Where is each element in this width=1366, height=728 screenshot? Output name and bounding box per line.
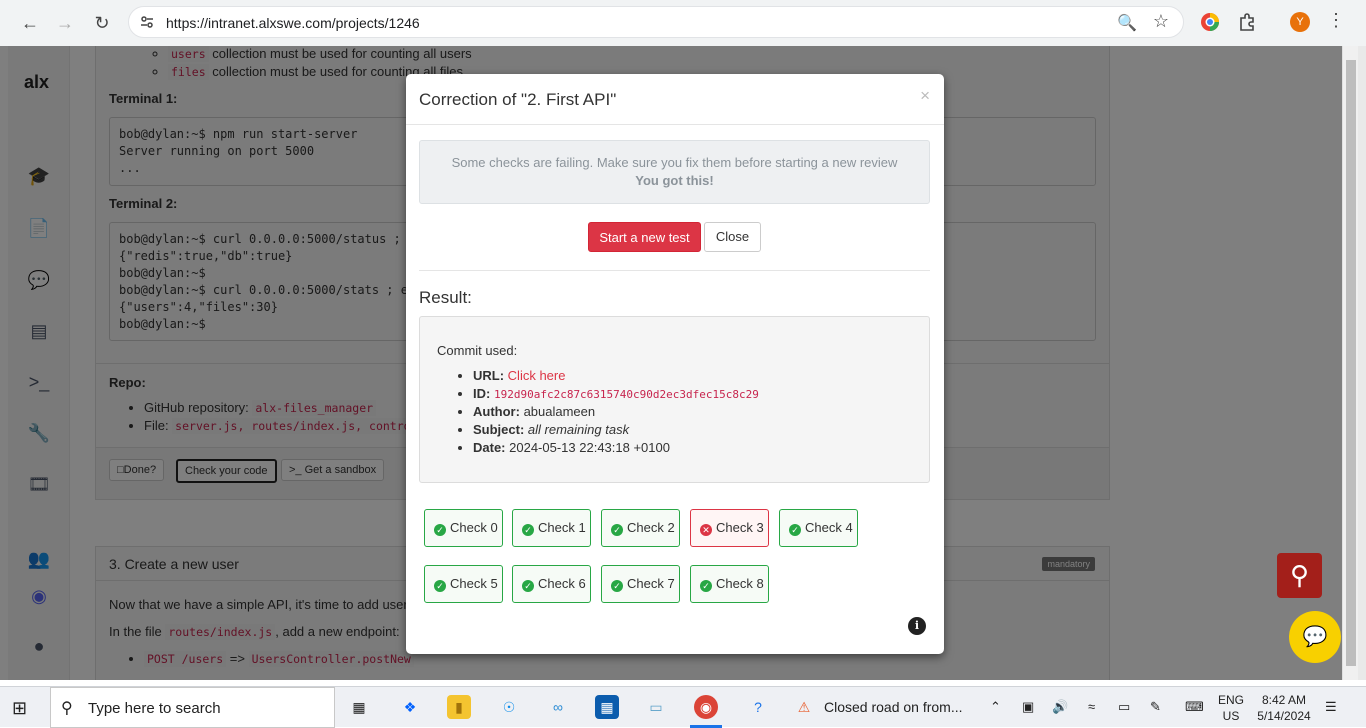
check-3-button[interactable]: ✕ Check 3 xyxy=(690,509,769,547)
check-pass-icon: ✓ xyxy=(611,524,623,536)
check-pass-icon: ✓ xyxy=(611,580,623,592)
reload-icon[interactable]: ↻ xyxy=(87,8,117,38)
check-fail-icon: ✕ xyxy=(700,524,712,536)
check-pass-icon: ✓ xyxy=(522,580,534,592)
clock[interactable]: 8:42 AM 5/14/2024 xyxy=(1256,692,1312,724)
notepad-icon[interactable]: ▭ xyxy=(644,695,668,719)
chrome-icon[interactable]: ◉ xyxy=(694,695,718,719)
search-icon: ⚲ xyxy=(61,700,73,717)
page-scrollbar[interactable] xyxy=(1342,46,1358,680)
keyboard-icon[interactable]: ⌨ xyxy=(1185,699,1204,715)
modal-header: Correction of "2. First API" × xyxy=(406,74,944,125)
traffic-news-icon[interactable]: ⚠ xyxy=(792,695,816,719)
meet-now-icon[interactable]: ▣ xyxy=(1022,699,1034,715)
check-8-button[interactable]: ✓ Check 8 xyxy=(690,565,769,603)
divider xyxy=(419,270,930,271)
language-indicator[interactable]: ENG US xyxy=(1218,692,1244,724)
volume-icon[interactable]: 🔊 xyxy=(1052,699,1068,715)
commit-used-label: Commit used: xyxy=(437,343,518,358)
notification-icon[interactable]: ☰ xyxy=(1325,699,1337,715)
commit-details: URL: Click here ID: 192d90afc2c87c631574… xyxy=(458,367,759,457)
taskbar-search[interactable]: ⚲ Type here to search xyxy=(50,687,335,728)
edge-icon[interactable]: ☉ xyxy=(497,695,521,719)
zoom-icon[interactable]: 🔍 xyxy=(1117,13,1137,33)
back-icon[interactable]: ← xyxy=(15,8,45,38)
close-icon[interactable]: × xyxy=(920,86,930,106)
color-extension-icon[interactable] xyxy=(1200,12,1220,32)
news-headline[interactable]: Closed road on from... xyxy=(824,699,963,715)
failing-checks-alert: Some checks are failing. Make sure you f… xyxy=(419,140,930,204)
browser-toolbar: ← → ↻ https://intranet.alxswe.com/projec… xyxy=(0,0,1366,46)
profile-avatar[interactable]: Y xyxy=(1290,12,1310,32)
task-view-icon[interactable]: ▦ xyxy=(347,695,371,719)
bookmark-star-icon[interactable]: ☆ xyxy=(1153,11,1169,32)
address-bar[interactable]: https://intranet.alxswe.com/projects/124… xyxy=(128,6,1184,38)
commit-author: Author: abualameen xyxy=(473,403,759,421)
extensions-puzzle-icon[interactable] xyxy=(1237,12,1257,32)
check-7-button[interactable]: ✓ Check 7 xyxy=(601,565,680,603)
info-icon[interactable]: i xyxy=(908,617,926,635)
modal-title: Correction of "2. First API" xyxy=(419,90,617,109)
alert-encouragement: You got this! xyxy=(635,173,714,188)
url-text[interactable]: https://intranet.alxswe.com/projects/124… xyxy=(166,15,420,31)
alert-message: Some checks are failing. Make sure you f… xyxy=(451,155,898,170)
check-1-button[interactable]: ✓ Check 1 xyxy=(512,509,591,547)
commit-url: URL: Click here xyxy=(473,367,759,385)
forward-icon[interactable]: → xyxy=(50,8,80,38)
result-title: Result: xyxy=(419,288,472,307)
file-explorer-icon[interactable]: ▮ xyxy=(447,695,471,719)
windows-start-icon[interactable]: ⊞ xyxy=(12,698,27,719)
check-pass-icon: ✓ xyxy=(700,580,712,592)
browser-menu-icon[interactable]: ⋮ xyxy=(1327,10,1345,31)
start-new-test-button[interactable]: Start a new test xyxy=(588,222,701,252)
commit-url-link[interactable]: Click here xyxy=(508,368,566,383)
check-5-button[interactable]: ✓ Check 5 xyxy=(424,565,503,603)
commit-info: Commit used: URL: Click here ID: 192d90a… xyxy=(419,316,930,483)
scrollbar-thumb[interactable] xyxy=(1346,60,1356,666)
dropbox-icon[interactable]: ❖ xyxy=(398,695,422,719)
check-6-button[interactable]: ✓ Check 6 xyxy=(512,565,591,603)
chat-bot-icon[interactable]: 💬 xyxy=(1289,611,1341,663)
help-icon[interactable]: ? xyxy=(746,695,770,719)
check-0-button[interactable]: ✓ Check 0 xyxy=(424,509,503,547)
check-pass-icon: ✓ xyxy=(434,580,446,592)
check-4-button[interactable]: ✓ Check 4 xyxy=(779,509,858,547)
close-button[interactable]: Close xyxy=(704,222,761,252)
commit-subject: Subject: all remaining task xyxy=(473,421,759,439)
chevron-up-icon[interactable]: ⌃ xyxy=(990,699,1001,715)
wifi-icon[interactable]: ≈ xyxy=(1088,699,1095,714)
site-info-icon[interactable] xyxy=(139,14,155,30)
battery-icon[interactable]: ▭ xyxy=(1118,699,1130,715)
window-edge xyxy=(1358,46,1366,680)
infinity-app-icon[interactable]: ∞ xyxy=(546,695,570,719)
taskbar-search-placeholder: Type here to search xyxy=(88,700,221,717)
check-pass-icon: ✓ xyxy=(434,524,446,536)
commit-id: ID: 192d90afc2c87c6315740c90d2ec3dfec15c… xyxy=(473,385,759,403)
search-fab-icon[interactable]: ⚲ xyxy=(1277,553,1322,598)
check-pass-icon: ✓ xyxy=(522,524,534,536)
pen-icon[interactable]: ✎ xyxy=(1150,699,1161,715)
check-pass-icon: ✓ xyxy=(789,524,801,536)
commit-date: Date: 2024-05-13 22:43:18 +0100 xyxy=(473,439,759,457)
windows-taskbar: ⊞ ⚲ Type here to search ▦ ❖ ▮ ☉ ∞ ▦ ▭ ◉ … xyxy=(0,686,1366,728)
store-icon[interactable]: ▦ xyxy=(595,695,619,719)
check-2-button[interactable]: ✓ Check 2 xyxy=(601,509,680,547)
correction-modal: Correction of "2. First API" × Some chec… xyxy=(406,74,944,654)
